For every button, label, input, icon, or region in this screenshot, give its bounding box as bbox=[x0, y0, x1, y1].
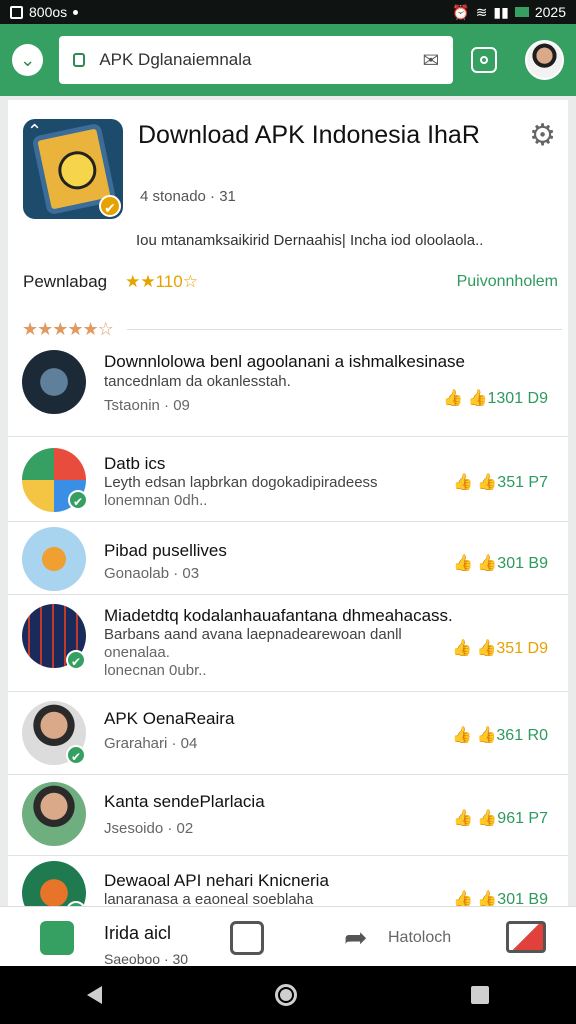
divider bbox=[8, 855, 568, 856]
home-icon[interactable] bbox=[275, 984, 298, 1006]
rating-value: ★★110☆ bbox=[125, 272, 198, 291]
dot-icon bbox=[73, 9, 79, 15]
divider bbox=[8, 436, 568, 437]
store-icon[interactable] bbox=[40, 921, 74, 955]
gear-icon[interactable]: ⚙ bbox=[529, 118, 556, 153]
item-line4: lonecnan 0ubr.. bbox=[104, 662, 207, 679]
item-line3: onenalaa. bbox=[104, 644, 170, 661]
recents-icon[interactable] bbox=[471, 986, 490, 1004]
document-icon[interactable] bbox=[230, 921, 264, 955]
item-line2: tancednlam da okanlesstah. bbox=[104, 373, 291, 390]
search-bar[interactable]: APK Dglanaiemnala ✉ bbox=[59, 36, 454, 84]
item-line3: lonemnan 0dh.. bbox=[104, 492, 208, 509]
hero-subtitle: 4 stonado · 31 bbox=[140, 188, 236, 205]
back-icon[interactable] bbox=[86, 986, 102, 1004]
nav-label-primary[interactable]: Irida aicl bbox=[104, 923, 171, 944]
nav-label-secondary[interactable]: Hatoloch bbox=[388, 929, 451, 947]
item-meta: Tstaonin · 09 bbox=[104, 397, 190, 414]
cart-icon[interactable] bbox=[506, 921, 546, 953]
notification-icon bbox=[10, 5, 23, 19]
alarm-icon: ⏰ bbox=[452, 3, 470, 20]
like-count[interactable]: 👍 👍301 B9 bbox=[453, 553, 548, 573]
divider bbox=[8, 691, 568, 692]
like-count[interactable]: 👍 👍351 D9 bbox=[452, 638, 548, 658]
chevron-down-icon[interactable]: ⌄ bbox=[12, 44, 44, 76]
item-title: Downnlolowa benl agoolanani a ishmalkesi… bbox=[104, 352, 466, 371]
app-bar: ⌄ APK Dglanaiemnala ✉ bbox=[0, 24, 576, 96]
item-title: Kanta sendePlarlacia bbox=[104, 792, 265, 811]
like-count[interactable]: 👍 👍961 P7 bbox=[453, 808, 548, 828]
divider bbox=[8, 594, 568, 595]
hero-description: Iou mtanamksaikirid Dernaahis| Incha iod… bbox=[136, 232, 484, 249]
item-title: Pibad pusellives bbox=[104, 541, 227, 560]
status-time: 2025 bbox=[534, 4, 566, 20]
battery-icon bbox=[514, 7, 529, 17]
item-icon bbox=[22, 782, 86, 846]
like-count[interactable]: 👍 👍361 R0 bbox=[452, 725, 548, 745]
check-badge-icon: ✔ bbox=[66, 745, 86, 765]
item-icon bbox=[22, 350, 86, 414]
item-title: Datb ics bbox=[104, 454, 166, 473]
star-rating[interactable]: ★★★★★☆ bbox=[22, 319, 114, 340]
page-title: Download APK Indonesia IhaR bbox=[138, 121, 480, 149]
item-meta: Gonaolab · 03 bbox=[104, 565, 200, 582]
lock-icon bbox=[73, 53, 86, 67]
like-count[interactable]: 👍 👍1301 D9 bbox=[443, 388, 548, 408]
camera-icon[interactable] bbox=[471, 47, 497, 73]
check-badge-icon: ✔ bbox=[99, 195, 121, 217]
avatar[interactable] bbox=[524, 40, 564, 80]
item-title: APK OenaReaira bbox=[104, 709, 235, 728]
premium-link[interactable]: Puivonnholem bbox=[457, 273, 558, 291]
divider bbox=[8, 521, 568, 522]
nav-sub-label: Saeoboo · 30 bbox=[104, 951, 189, 967]
item-title: Dewaoal API nehari Knicneria bbox=[104, 871, 329, 890]
status-left-text: 800os bbox=[29, 4, 68, 20]
main-card: ⌃ ✔ Download APK Indonesia IhaR ⚙ 4 ston… bbox=[8, 100, 568, 925]
bottom-nav: Irida aicl Saeoboo · 30 ➦ Hatoloch bbox=[0, 906, 576, 967]
check-badge-icon: ✔ bbox=[66, 650, 86, 670]
share-icon[interactable]: ➦ bbox=[344, 921, 367, 954]
mail-icon[interactable]: ✉ bbox=[422, 48, 439, 73]
signal-icon: ▮▮ bbox=[493, 3, 509, 20]
like-count[interactable]: 👍 👍351 P7 bbox=[453, 472, 548, 492]
system-nav-bar bbox=[0, 966, 576, 1024]
stars-row: ★★★★★☆ bbox=[22, 319, 562, 340]
app-icon[interactable]: ⌃ ✔ bbox=[23, 119, 123, 219]
status-bar: 800os ⏰ ≋ ▮▮ 2025 bbox=[0, 0, 576, 24]
item-line2: Leyth edsan lapbrkan dogokadipiradeess bbox=[104, 474, 378, 491]
rating-label: Pewnlabag bbox=[23, 272, 108, 291]
item-title: Miadetdtq kodalanhauafantana dhmeahacass… bbox=[104, 606, 453, 625]
item-line2: Barbans aand avana laepnadearewoan danll bbox=[104, 626, 402, 643]
item-meta: Grarahari · 04 bbox=[104, 735, 198, 752]
search-input[interactable]: APK Dglanaiemnala bbox=[99, 50, 422, 70]
rating-row: Pewnlabag ★★110☆ Puivonnholem bbox=[23, 272, 558, 292]
divider bbox=[8, 774, 568, 775]
divider bbox=[126, 329, 562, 330]
wifi-icon: ≋ bbox=[475, 3, 488, 20]
check-badge-icon: ✔ bbox=[68, 490, 88, 510]
item-meta: Jsesoido · 02 bbox=[104, 820, 194, 837]
item-icon bbox=[22, 527, 86, 591]
